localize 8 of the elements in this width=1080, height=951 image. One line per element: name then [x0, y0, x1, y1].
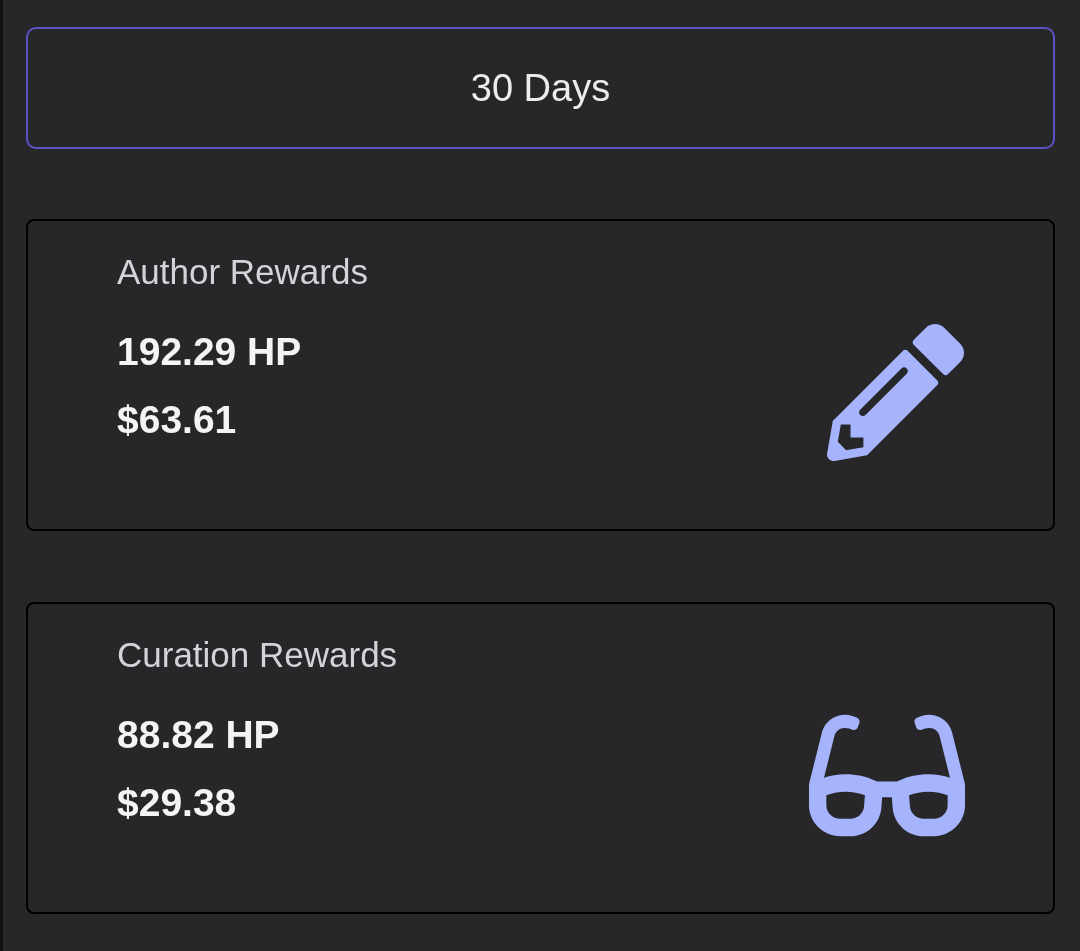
hp-amount: 192.29 HP [117, 329, 303, 375]
hp-amount: 88.82 HP [117, 712, 281, 758]
card-title: Author Rewards [117, 251, 368, 293]
usd-amount: $63.61 [117, 397, 238, 443]
pencil-icon [827, 323, 964, 461]
usd-amount: $29.38 [117, 780, 238, 826]
card-title: Curation Rewards [117, 634, 398, 676]
period-button[interactable]: 30 Days [26, 27, 1055, 149]
